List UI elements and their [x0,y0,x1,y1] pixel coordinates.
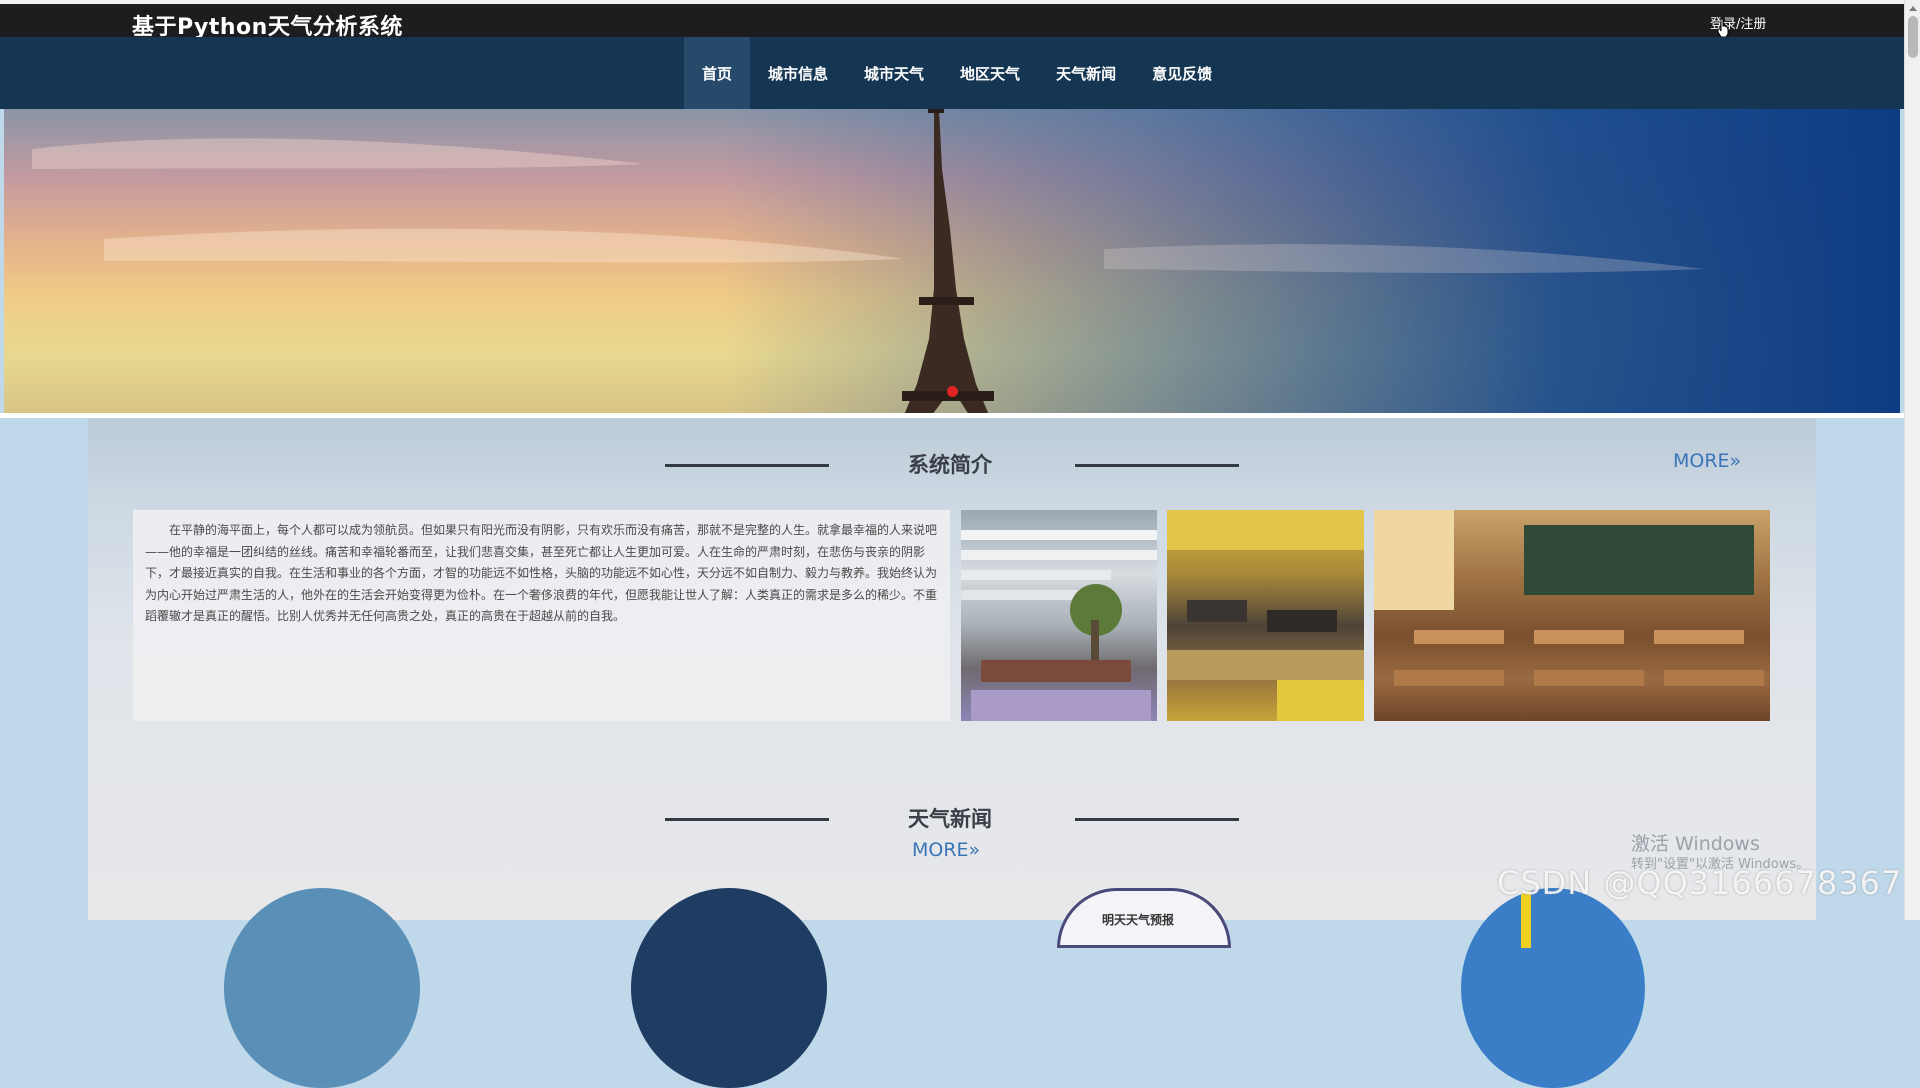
nav-item-region-weather[interactable]: 地区天气 [942,37,1038,109]
intro-section-header: 系统简介 [88,445,1816,485]
eiffel-tower-image [32,109,1704,415]
news-section-header: 天气新闻 [88,799,1816,839]
news-section-title: 天气新闻 [908,807,992,831]
main-content: 系统简介 MORE» 在平静的海平面上，每个人都可以成为领航员。但如果只有阳光而… [88,418,1816,920]
intro-more-link[interactable]: MORE» [1673,450,1741,472]
nav-item-city-info[interactable]: 城市信息 [750,37,846,109]
scroll-up-arrow-icon[interactable] [1909,6,1917,11]
csdn-watermark: CSDN @QQ3166678367 [1497,864,1903,902]
news-divider-left [665,818,829,821]
intro-paragraph: 在平静的海平面上，每个人都可以成为领航员。但如果只有阳光而没有阴影，只有欢乐而没… [145,523,938,623]
scrollbar-thumb[interactable] [1908,16,1918,58]
nav-item-weather-news[interactable]: 天气新闻 [1038,37,1134,109]
news-thumb-1[interactable] [224,888,420,1088]
news-more-link[interactable]: MORE» [912,839,980,861]
nav-item-home[interactable]: 首页 [684,37,751,109]
nav-item-city-weather[interactable]: 城市天气 [846,37,942,109]
intro-section-title: 系统简介 [908,453,992,477]
main-nav: 首页 城市信息 城市天气 地区天气 天气新闻 意见反馈 [0,37,1904,109]
header-divider-right [1075,464,1239,467]
nav-list: 首页 城市信息 城市天气 地区天气 天气新闻 意见反馈 [684,37,1230,109]
hero-banner [4,109,1900,415]
activate-windows-title: 激活 Windows [1631,833,1760,855]
top-bar: 基于Python天气分析系统 登录/注册 [0,0,1920,40]
nav-item-feedback[interactable]: 意见反馈 [1134,37,1230,109]
hand-pointer-icon [1717,18,1729,38]
header-divider-left [665,464,829,467]
intro-text-box: 在平静的海平面上，每个人都可以成为领航员。但如果只有阳光而没有阴影，只有欢乐而没… [133,510,950,721]
office-interior-image[interactable] [1167,510,1364,721]
news-thumb-2[interactable] [631,888,827,1088]
page-scrollbar[interactable] [1904,0,1920,920]
news-thumb-4[interactable] [1461,888,1645,1088]
news-divider-right [1075,818,1239,821]
carousel-indicator-dot[interactable] [947,386,958,397]
classroom-image[interactable] [1374,510,1770,721]
campus-plaza-image[interactable] [961,510,1157,721]
